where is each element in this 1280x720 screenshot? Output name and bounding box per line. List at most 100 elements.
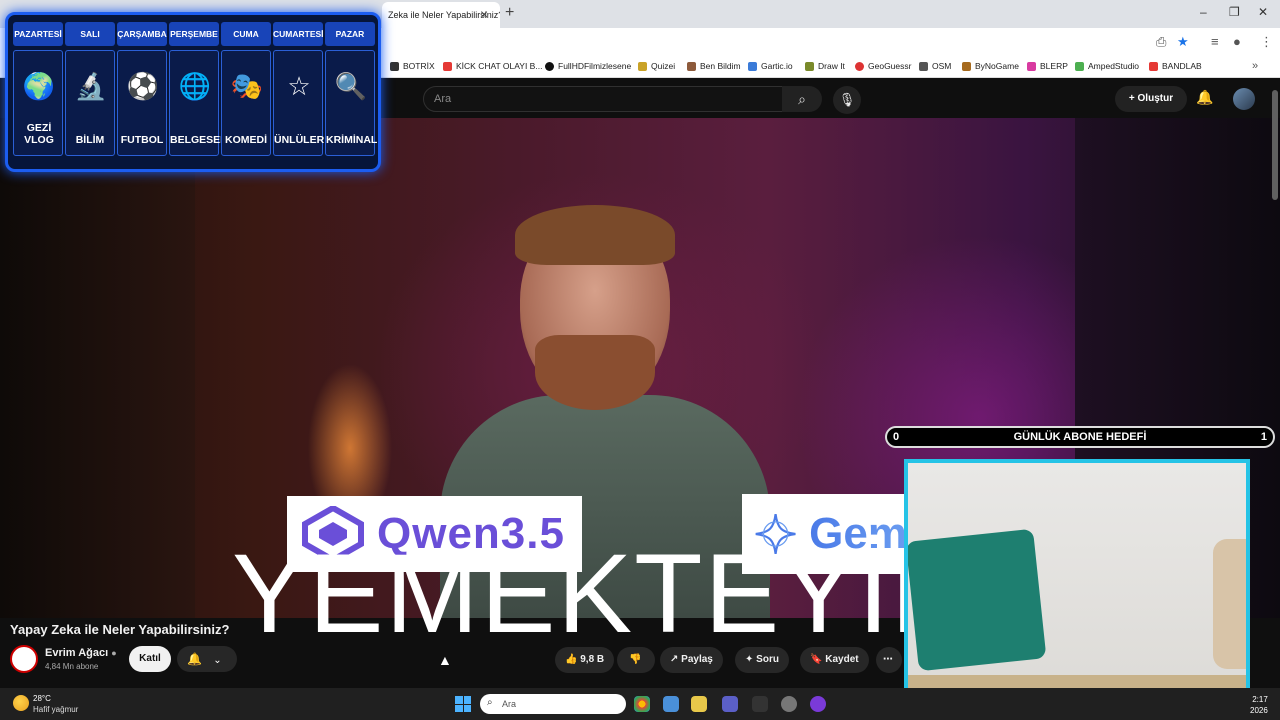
bookmark-item[interactable]: Ben Bildim: [687, 61, 741, 71]
bookmark-item[interactable]: BANDLAB: [1149, 61, 1202, 71]
microscope-icon: 🔬: [74, 71, 108, 101]
join-button[interactable]: Katıl: [129, 646, 171, 672]
schedule-day-label: BELGESEL: [170, 134, 227, 147]
schedule-day: SALI 🔬 BİLİM: [65, 22, 115, 156]
create-button[interactable]: + Oluştur: [1115, 86, 1187, 112]
search-input[interactable]: Ara: [423, 86, 783, 112]
schedule-day-label: KOMEDİ: [225, 134, 267, 147]
schedule-day-card: 🌍 GEZİ VLOG: [13, 50, 63, 156]
chrome-icon[interactable]: [634, 696, 650, 712]
avatar[interactable]: [1233, 88, 1255, 110]
mail-icon[interactable]: [663, 696, 679, 712]
more-bookmarks-icon[interactable]: »: [1252, 60, 1258, 72]
save-button[interactable]: 🔖 Kaydet: [800, 647, 869, 673]
schedule-day-name: PERŞEMBE: [169, 22, 219, 46]
bookmark-item[interactable]: Gartic.io: [748, 61, 793, 71]
tab-close-icon[interactable]: ×: [480, 6, 488, 22]
schedule-day-label: BİLİM: [75, 134, 105, 147]
close-window-icon[interactable]: ✕: [1258, 5, 1268, 19]
schedule-day-card: ☆ ÜNLÜLER: [273, 50, 325, 156]
install-icon[interactable]: ⎙: [1156, 34, 1166, 50]
schedule-day: ÇARŞAMBA ⚽ FUTBOL: [117, 22, 167, 156]
video-left-shadow: [0, 118, 195, 618]
like-button[interactable]: 👍 9,8 B: [555, 647, 615, 673]
bell-icon: 🔔: [187, 652, 202, 666]
media-icon[interactable]: ≡: [1211, 34, 1219, 49]
schedule-day: CUMARTESİ ☆ ÜNLÜLER: [273, 22, 325, 156]
taskbar-search-icon: ⌕: [487, 697, 493, 708]
sparkle-icon: ✦: [745, 654, 754, 665]
subscription-bell-button[interactable]: 🔔 ⌄: [177, 646, 237, 672]
schedule-day-card: 🎭 KOMEDİ: [221, 50, 271, 156]
ask-button[interactable]: ✦ Soru: [735, 647, 789, 673]
bookmark-item[interactable]: BOTRİX: [390, 61, 435, 71]
dislike-button[interactable]: 👎: [617, 647, 655, 673]
new-tab-icon[interactable]: +: [505, 4, 514, 22]
schedule-day-name: SALI: [65, 22, 115, 46]
schedule-day-label: KRİMİNAL: [326, 134, 378, 147]
thumbs-down-icon: 👎: [629, 654, 642, 665]
theater-mask-icon: 🎭: [230, 71, 264, 101]
bookmark-icon: 🔖: [810, 654, 823, 665]
menu-icon[interactable]: ⋮: [1260, 34, 1273, 50]
profile-icon[interactable]: ●: [1233, 34, 1241, 49]
search-icon[interactable]: ⌕: [782, 86, 822, 112]
verified-icon: ●: [111, 648, 117, 658]
minimize-icon[interactable]: –: [1200, 5, 1207, 19]
microphone-icon[interactable]: 🎙: [833, 86, 861, 114]
bookmark-item[interactable]: GeoGuessr: [855, 61, 911, 71]
bookmark-item[interactable]: Quizei: [638, 61, 675, 71]
schedule-day-name: CUMA: [221, 22, 271, 46]
goal-target-count: 1: [1260, 431, 1267, 443]
schedule-day-name: CUMARTESİ: [273, 22, 324, 46]
thumbs-up-icon: 👍: [565, 654, 578, 665]
presenter-hair: [515, 205, 675, 265]
schedule-day: PAZARTESİ 🌍 GEZİ VLOG: [13, 22, 63, 156]
bookmark-item[interactable]: FullHDFilmizlesene: [545, 61, 631, 71]
goal-title: GÜNLÜK ABONE HEDEFİ: [1013, 431, 1147, 443]
schedule-day-name: ÇARŞAMBA: [117, 22, 167, 46]
weather-temperature: 28°C: [33, 694, 51, 703]
chevron-down-icon: ⌄: [213, 655, 222, 666]
soccer-ball-icon: ⚽: [126, 71, 160, 101]
share-button[interactable]: ↗ Paylaş: [660, 647, 723, 673]
bookmark-item[interactable]: Draw It: [805, 61, 845, 71]
epic-games-icon[interactable]: [752, 696, 768, 712]
video-title: Yapay Zeka ile Neler Yapabilirsiniz?: [10, 622, 230, 637]
schedule-day-card: ⚽ FUTBOL: [117, 50, 167, 156]
system-clock[interactable]: 2:17 2026: [1250, 694, 1268, 716]
schedule-day-name: PAZAR: [325, 22, 375, 46]
bookmark-item[interactable]: OSM: [919, 61, 951, 71]
webcam-pillow: [908, 528, 1047, 672]
streaming-app-icon[interactable]: [810, 696, 826, 712]
app-icon[interactable]: [781, 696, 797, 712]
bookmark-item[interactable]: ByNoGame: [962, 61, 1019, 71]
webcam-cushion: [1213, 539, 1246, 669]
taskbar-search-input[interactable]: Ara: [480, 694, 626, 714]
schedule-day-label: ÜNLÜLER: [274, 134, 325, 147]
more-actions-button[interactable]: ⋯: [876, 647, 902, 673]
notifications-bell-icon[interactable]: 🔔: [1196, 89, 1213, 106]
page-scrollbar[interactable]: [1272, 90, 1278, 200]
bookmark-item[interactable]: BLERP: [1027, 61, 1068, 71]
teams-icon[interactable]: [722, 696, 738, 712]
bookmark-item[interactable]: KİCK CHAT OLAYI B...: [443, 61, 542, 71]
file-explorer-icon[interactable]: [691, 696, 707, 712]
schedule-day: CUMA 🎭 KOMEDİ: [221, 22, 271, 156]
channel-name[interactable]: Evrim Ağacı ●: [45, 647, 117, 659]
bookmark-star-icon[interactable]: ★: [1177, 34, 1189, 50]
more-icon: ⋯: [883, 654, 893, 665]
schedule-day-label: FUTBOL: [120, 134, 164, 147]
subscriber-count: 4,84 Mn abone: [45, 662, 99, 671]
schedule-day: PERŞEMBE 🌐 BELGESEL: [169, 22, 227, 156]
start-button[interactable]: [455, 696, 471, 712]
bookmark-item[interactable]: AmpedStudio: [1075, 61, 1139, 71]
restore-icon[interactable]: ❐: [1229, 5, 1240, 19]
weather-icon[interactable]: [13, 695, 29, 711]
schedule-day-label: GEZİ VLOG: [24, 121, 54, 147]
share-icon: ↗: [670, 654, 679, 665]
stream-overlay-text: YEMEKTEYİM: [232, 531, 987, 656]
mouse-cursor: ▲: [438, 652, 452, 668]
channel-avatar[interactable]: [10, 645, 38, 673]
subscriber-goal-bar: 0 GÜNLÜK ABONE HEDEFİ 1: [885, 426, 1275, 448]
